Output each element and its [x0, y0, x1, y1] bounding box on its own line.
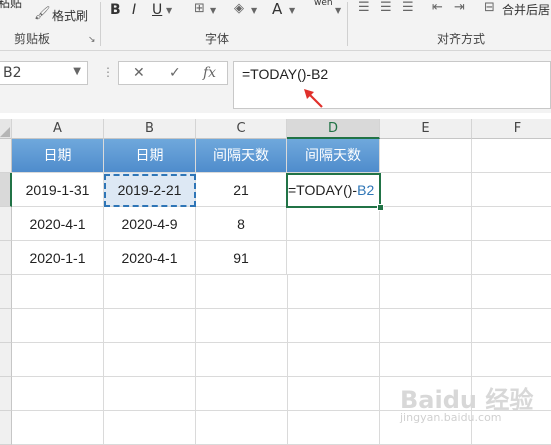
merge-center-button[interactable]: 合并后居	[502, 1, 550, 18]
ribbon-separator	[100, 2, 101, 46]
format-painter-icon: 🖌	[34, 6, 51, 21]
align-center-icon[interactable]: ☰	[380, 0, 392, 16]
table-cell[interactable]: 2020-4-1	[12, 207, 104, 241]
table-header-cell[interactable]: 日期	[104, 139, 196, 173]
cancel-icon[interactable]: ✕	[133, 65, 145, 81]
column-header-c[interactable]: C	[196, 119, 287, 139]
row-header[interactable]	[0, 411, 12, 445]
row-header[interactable]	[0, 173, 12, 207]
formula-text: =TODAY()-B2	[242, 66, 329, 82]
column-header-f[interactable]: F	[472, 119, 551, 139]
chevron-down-icon[interactable]: ▼	[73, 66, 81, 77]
chevron-down-icon[interactable]: ▼	[335, 3, 341, 19]
active-cell-formula: =TODAY()-	[288, 182, 358, 198]
paste-button[interactable]: 粘贴	[0, 0, 22, 11]
row-header[interactable]	[0, 139, 12, 173]
underline-button[interactable]: U	[152, 2, 162, 18]
empty-cells[interactable]	[380, 139, 551, 275]
table-cell[interactable]: 21	[196, 173, 287, 207]
align-left-icon[interactable]: ☰	[358, 0, 370, 16]
column-header-b[interactable]: B	[104, 119, 196, 139]
formula-input[interactable]: =TODAY()-B2	[233, 61, 551, 109]
row-header[interactable]	[0, 241, 12, 275]
italic-button[interactable]: I	[132, 2, 136, 18]
chevron-down-icon[interactable]: ▼	[289, 3, 295, 19]
font-color-button[interactable]: A	[272, 0, 282, 18]
indent-increase-icon[interactable]: ⇥	[454, 0, 465, 16]
table-cell[interactable]: 91	[196, 241, 287, 275]
formula-bar: B2 ▼ ⋮ ✕ ✓ fx =TODAY()-B2	[0, 51, 551, 113]
table-cell[interactable]: 2020-4-1	[104, 241, 196, 275]
dialog-launcher-icon[interactable]: ↘	[88, 32, 96, 48]
border-icon[interactable]: ⊞	[194, 1, 205, 17]
merge-icon[interactable]: ⊟	[484, 0, 495, 16]
align-right-icon[interactable]: ☰	[402, 0, 414, 16]
alignment-group-label: 对齐方式	[437, 32, 486, 46]
enter-icon[interactable]: ✓	[169, 65, 181, 81]
chevron-down-icon[interactable]: ▼	[210, 3, 216, 19]
table-cell[interactable]: 2019-2-21	[104, 173, 196, 207]
row-header[interactable]	[0, 309, 12, 343]
row-header[interactable]	[0, 275, 12, 309]
column-header-a[interactable]: A	[12, 119, 104, 139]
table-header-cell[interactable]: 间隔天数	[196, 139, 287, 173]
ribbon-separator	[347, 2, 348, 46]
active-cell[interactable]: =TODAY()-B2	[286, 173, 381, 208]
insert-function-icon[interactable]: fx	[203, 65, 216, 81]
row-header[interactable]	[0, 207, 12, 241]
table-cell[interactable]: 2020-4-9	[104, 207, 196, 241]
ribbon: 粘贴 🖌 格式刷 剪贴板 ↘ B I U ▼ ⊞ ▼ ◈ ▼ A ▼ wén ▼…	[0, 0, 551, 51]
formula-buttons: ✕ ✓ fx	[118, 61, 228, 85]
annotation-arrow-icon	[304, 89, 323, 108]
clipboard-group-label: 剪贴板	[14, 32, 51, 46]
chevron-down-icon[interactable]: ▼	[251, 3, 257, 19]
cell-reference: B2	[357, 182, 375, 198]
table-cell[interactable]: 2019-1-31	[12, 173, 104, 207]
drag-handle-icon[interactable]: ⋮	[102, 65, 114, 79]
table-cell[interactable]	[287, 207, 380, 241]
column-header-e[interactable]: E	[380, 119, 472, 139]
table-header-cell[interactable]: 间隔天数	[287, 139, 380, 173]
row-header[interactable]	[0, 343, 12, 377]
table-cell[interactable]: 2020-1-1	[12, 241, 104, 275]
table-cell[interactable]	[287, 241, 380, 275]
table-cell[interactable]: 8	[196, 207, 287, 241]
indent-decrease-icon[interactable]: ⇤	[432, 0, 443, 16]
bold-button[interactable]: B	[110, 2, 121, 18]
table-header-cell[interactable]: 日期	[12, 139, 104, 173]
watermark-brand: Baidu 经验	[400, 386, 534, 414]
watermark: Baidu 经验 jingyan.baidu.com	[400, 380, 533, 424]
row-header[interactable]	[0, 377, 12, 411]
phonetic-button[interactable]: wén	[314, 0, 333, 8]
name-box[interactable]: B2 ▼	[0, 61, 88, 85]
format-painter-button[interactable]: 格式刷	[52, 7, 88, 24]
chevron-down-icon[interactable]: ▼	[166, 3, 172, 19]
fill-handle[interactable]	[377, 204, 384, 211]
column-header-d[interactable]: D	[287, 119, 380, 139]
font-group-label: 字体	[205, 32, 230, 46]
fill-color-icon[interactable]: ◈	[234, 1, 244, 17]
name-box-value: B2	[3, 65, 22, 81]
select-all-corner[interactable]	[0, 119, 12, 139]
